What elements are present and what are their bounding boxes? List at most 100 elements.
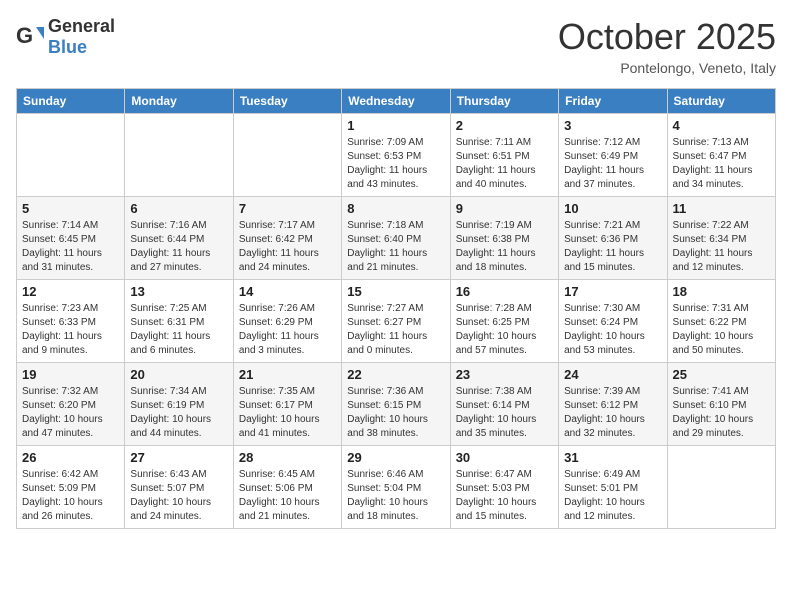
logo-icon: G bbox=[16, 23, 44, 51]
day-number: 6 bbox=[130, 201, 227, 216]
subtitle: Pontelongo, Veneto, Italy bbox=[558, 60, 776, 76]
calendar-cell bbox=[17, 114, 125, 197]
weekday-header-wednesday: Wednesday bbox=[342, 89, 450, 114]
day-number: 18 bbox=[673, 284, 770, 299]
weekday-header-monday: Monday bbox=[125, 89, 233, 114]
day-info: Sunrise: 7:25 AM Sunset: 6:31 PM Dayligh… bbox=[130, 302, 227, 358]
calendar-cell: 2Sunrise: 7:11 AM Sunset: 6:51 PM Daylig… bbox=[450, 114, 558, 197]
day-number: 28 bbox=[239, 450, 336, 465]
calendar-cell: 19 Sunrise: 7:32 AM Sunset: 6:20 PM Dayli… bbox=[17, 363, 125, 446]
day-number: 27 bbox=[130, 450, 227, 465]
calendar-week-1: 1 Sunrise: 7:09 AM Sunset: 6:53 PM Daylig… bbox=[17, 114, 776, 197]
calendar-cell: 31 Sunrise: 6:49 AM Sunset: 5:01 PM Dayli… bbox=[559, 446, 667, 529]
day-number: 9 bbox=[456, 201, 553, 216]
calendar-cell: 25Sunrise: 7:41 AM Sunset: 6:10 PM Dayli… bbox=[667, 363, 775, 446]
day-number: 11 bbox=[673, 201, 770, 216]
calendar-cell: 29 Sunrise: 6:46 AM Sunset: 5:04 PM Dayli… bbox=[342, 446, 450, 529]
calendar-week-5: 26 Sunrise: 6:42 AM Sunset: 5:09 PM Dayli… bbox=[17, 446, 776, 529]
page-header: G General Blue October 2025 Pontelongo, … bbox=[16, 16, 776, 76]
calendar-cell: 13Sunrise: 7:25 AM Sunset: 6:31 PM Dayli… bbox=[125, 280, 233, 363]
logo-blue: Blue bbox=[48, 37, 87, 57]
calendar-cell: 15Sunrise: 7:27 AM Sunset: 6:27 PM Dayli… bbox=[342, 280, 450, 363]
calendar-cell: 30Sunrise: 6:47 AM Sunset: 5:03 PM Dayli… bbox=[450, 446, 558, 529]
calendar-cell: 20 Sunrise: 7:34 AM Sunset: 6:19 PM Dayli… bbox=[125, 363, 233, 446]
day-number: 24 bbox=[564, 367, 661, 382]
day-info: Sunrise: 7:30 AM Sunset: 6:24 PM Dayligh… bbox=[564, 302, 661, 358]
calendar-cell: 27 Sunrise: 6:43 AM Sunset: 5:07 PM Dayli… bbox=[125, 446, 233, 529]
weekday-header-saturday: Saturday bbox=[667, 89, 775, 114]
day-number: 29 bbox=[347, 450, 444, 465]
day-number: 31 bbox=[564, 450, 661, 465]
day-info: Sunrise: 7:38 AM Sunset: 6:14 PM Dayligh… bbox=[456, 385, 553, 441]
day-info: Sunrise: 7:27 AM Sunset: 6:27 PM Dayligh… bbox=[347, 302, 444, 358]
calendar-cell: 26 Sunrise: 6:42 AM Sunset: 5:09 PM Dayli… bbox=[17, 446, 125, 529]
calendar-cell: 10 Sunrise: 7:21 AM Sunset: 6:36 PM Dayli… bbox=[559, 197, 667, 280]
calendar-cell: 1 Sunrise: 7:09 AM Sunset: 6:53 PM Daylig… bbox=[342, 114, 450, 197]
calendar-table: SundayMondayTuesdayWednesdayThursdayFrid… bbox=[16, 88, 776, 529]
calendar-cell: 18Sunrise: 7:31 AM Sunset: 6:22 PM Dayli… bbox=[667, 280, 775, 363]
calendar-cell bbox=[667, 446, 775, 529]
day-number: 23 bbox=[456, 367, 553, 382]
calendar-cell: 8 Sunrise: 7:18 AM Sunset: 6:40 PM Daylig… bbox=[342, 197, 450, 280]
day-info: Sunrise: 7:19 AM Sunset: 6:38 PM Dayligh… bbox=[456, 219, 553, 275]
weekday-header-tuesday: Tuesday bbox=[233, 89, 341, 114]
day-number: 12 bbox=[22, 284, 119, 299]
weekday-header-sunday: Sunday bbox=[17, 89, 125, 114]
day-info: Sunrise: 7:36 AM Sunset: 6:15 PM Dayligh… bbox=[347, 385, 444, 441]
day-number: 25 bbox=[673, 367, 770, 382]
weekday-header-friday: Friday bbox=[559, 89, 667, 114]
calendar-cell: 7 Sunrise: 7:17 AM Sunset: 6:42 PM Daylig… bbox=[233, 197, 341, 280]
day-info: Sunrise: 6:42 AM Sunset: 5:09 PM Dayligh… bbox=[22, 468, 119, 524]
day-info: Sunrise: 7:32 AM Sunset: 6:20 PM Dayligh… bbox=[22, 385, 119, 441]
day-number: 26 bbox=[22, 450, 119, 465]
day-info: Sunrise: 7:17 AM Sunset: 6:42 PM Dayligh… bbox=[239, 219, 336, 275]
day-info: Sunrise: 7:12 AM Sunset: 6:49 PM Dayligh… bbox=[564, 136, 661, 192]
calendar-cell: 17 Sunrise: 7:30 AM Sunset: 6:24 PM Dayli… bbox=[559, 280, 667, 363]
calendar-cell: 22 Sunrise: 7:36 AM Sunset: 6:15 PM Dayli… bbox=[342, 363, 450, 446]
day-number: 16 bbox=[456, 284, 553, 299]
day-info: Sunrise: 6:43 AM Sunset: 5:07 PM Dayligh… bbox=[130, 468, 227, 524]
day-number: 1 bbox=[347, 118, 444, 133]
month-title: October 2025 bbox=[558, 16, 776, 58]
day-info: Sunrise: 6:45 AM Sunset: 5:06 PM Dayligh… bbox=[239, 468, 336, 524]
calendar-week-2: 5Sunrise: 7:14 AM Sunset: 6:45 PM Daylig… bbox=[17, 197, 776, 280]
day-info: Sunrise: 7:34 AM Sunset: 6:19 PM Dayligh… bbox=[130, 385, 227, 441]
calendar-cell: 28 Sunrise: 6:45 AM Sunset: 5:06 PM Dayli… bbox=[233, 446, 341, 529]
calendar-cell: 14Sunrise: 7:26 AM Sunset: 6:29 PM Dayli… bbox=[233, 280, 341, 363]
day-info: Sunrise: 7:28 AM Sunset: 6:25 PM Dayligh… bbox=[456, 302, 553, 358]
calendar-cell: 3Sunrise: 7:12 AM Sunset: 6:49 PM Daylig… bbox=[559, 114, 667, 197]
day-info: Sunrise: 7:18 AM Sunset: 6:40 PM Dayligh… bbox=[347, 219, 444, 275]
day-info: Sunrise: 6:49 AM Sunset: 5:01 PM Dayligh… bbox=[564, 468, 661, 524]
day-number: 30 bbox=[456, 450, 553, 465]
calendar-cell: 21Sunrise: 7:35 AM Sunset: 6:17 PM Dayli… bbox=[233, 363, 341, 446]
calendar-week-3: 12Sunrise: 7:23 AM Sunset: 6:33 PM Dayli… bbox=[17, 280, 776, 363]
day-info: Sunrise: 7:09 AM Sunset: 6:53 PM Dayligh… bbox=[347, 136, 444, 192]
logo: G General Blue bbox=[16, 16, 115, 58]
calendar-cell bbox=[125, 114, 233, 197]
day-info: Sunrise: 6:46 AM Sunset: 5:04 PM Dayligh… bbox=[347, 468, 444, 524]
calendar-cell: 16 Sunrise: 7:28 AM Sunset: 6:25 PM Dayli… bbox=[450, 280, 558, 363]
day-info: Sunrise: 7:39 AM Sunset: 6:12 PM Dayligh… bbox=[564, 385, 661, 441]
calendar-cell: 12Sunrise: 7:23 AM Sunset: 6:33 PM Dayli… bbox=[17, 280, 125, 363]
day-number: 7 bbox=[239, 201, 336, 216]
calendar-cell: 23 Sunrise: 7:38 AM Sunset: 6:14 PM Dayli… bbox=[450, 363, 558, 446]
day-number: 21 bbox=[239, 367, 336, 382]
day-number: 17 bbox=[564, 284, 661, 299]
day-number: 19 bbox=[22, 367, 119, 382]
day-number: 22 bbox=[347, 367, 444, 382]
calendar-cell: 24 Sunrise: 7:39 AM Sunset: 6:12 PM Dayli… bbox=[559, 363, 667, 446]
svg-text:G: G bbox=[16, 23, 33, 48]
day-number: 20 bbox=[130, 367, 227, 382]
day-info: Sunrise: 7:16 AM Sunset: 6:44 PM Dayligh… bbox=[130, 219, 227, 275]
calendar-cell: 5Sunrise: 7:14 AM Sunset: 6:45 PM Daylig… bbox=[17, 197, 125, 280]
day-number: 8 bbox=[347, 201, 444, 216]
calendar-header-row: SundayMondayTuesdayWednesdayThursdayFrid… bbox=[17, 89, 776, 114]
calendar-cell bbox=[233, 114, 341, 197]
day-number: 4 bbox=[673, 118, 770, 133]
weekday-header-thursday: Thursday bbox=[450, 89, 558, 114]
day-number: 10 bbox=[564, 201, 661, 216]
calendar-cell: 6 Sunrise: 7:16 AM Sunset: 6:44 PM Daylig… bbox=[125, 197, 233, 280]
day-info: Sunrise: 7:14 AM Sunset: 6:45 PM Dayligh… bbox=[22, 219, 119, 275]
day-info: Sunrise: 7:21 AM Sunset: 6:36 PM Dayligh… bbox=[564, 219, 661, 275]
calendar-cell: 9 Sunrise: 7:19 AM Sunset: 6:38 PM Daylig… bbox=[450, 197, 558, 280]
